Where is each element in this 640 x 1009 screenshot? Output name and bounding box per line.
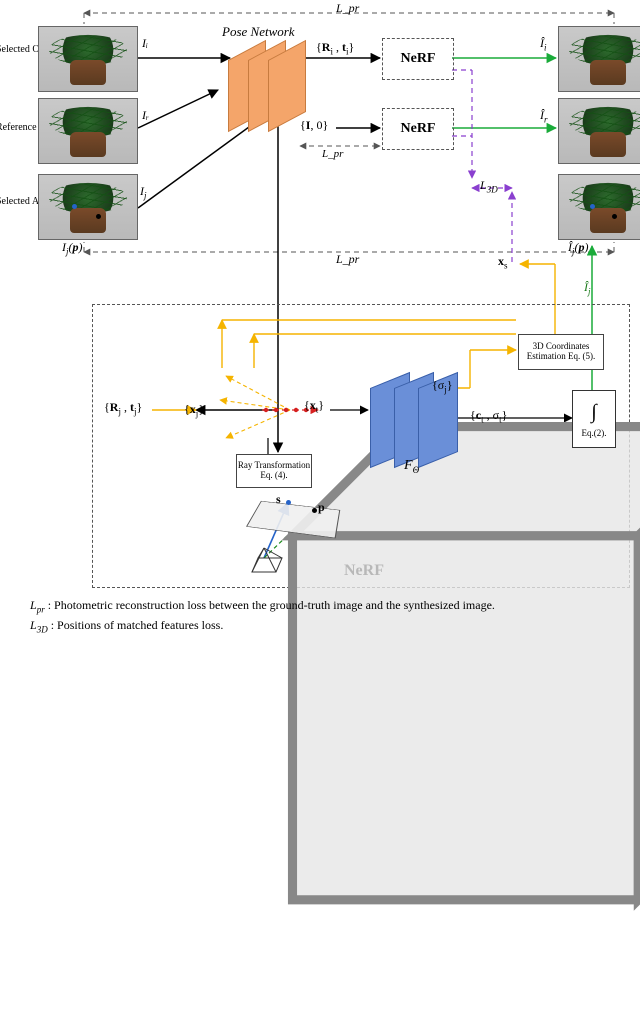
- sym-Ir-hat: Îr: [540, 108, 548, 124]
- volume-render-integral: ∫ Eq.(2).: [572, 390, 616, 448]
- label-reference: Reference Image: [0, 122, 38, 133]
- input-image-Ir: [38, 98, 138, 164]
- sym-ct-sigt: {ct , σt}: [470, 408, 507, 424]
- camera-point-s-label: s: [276, 492, 281, 507]
- loss-l3d: L3D: [480, 178, 498, 194]
- output-image-Ir-hat: [558, 98, 640, 164]
- loss-lpr-top: L_pr: [336, 1, 359, 16]
- sym-xs: xs: [498, 254, 508, 270]
- sym-RjTj: {Rj , tj}: [104, 400, 142, 416]
- camera-point-s: [286, 500, 291, 505]
- sym-Ij-hat: Îj: [584, 280, 591, 296]
- sym-sigma-j: {σj}: [432, 378, 453, 394]
- point-p-on-Ij: [96, 214, 101, 219]
- sample-cube-icon: [200, 372, 262, 442]
- output-image-Ii-hat: [558, 26, 640, 92]
- nerf-box-r: NeRF: [382, 108, 454, 150]
- sym-Ii-hat: Îi: [540, 36, 547, 52]
- point-p-on-Ij-hat: [612, 214, 617, 219]
- camera-point-p-label: p: [318, 500, 325, 515]
- loss-lpr-mid: L_pr: [322, 148, 343, 160]
- nerf-detail-label: NeRF: [344, 562, 384, 580]
- sym-Ij: Ij: [140, 184, 147, 200]
- label-selected-one: Selected One Image: [0, 44, 38, 55]
- input-image-Ii: [38, 26, 138, 92]
- nerf-box-i: NeRF: [382, 38, 454, 80]
- sym-xt: {xt}: [304, 398, 324, 414]
- sym-Ir: Iᵣ: [142, 108, 149, 123]
- loss-lpr-bottom: L_pr: [336, 252, 359, 267]
- sym-xj: {xj}: [184, 402, 204, 418]
- output-image-Ij-hat: [558, 174, 640, 240]
- legend-lpr: Lpr : Photometric reconstruction loss be…: [30, 598, 495, 614]
- point-s-on-Ij: [72, 204, 77, 209]
- sym-RiTi: {Ri , ti}: [316, 40, 354, 56]
- sym-Ij-hat-pixel: Îj(p): [568, 240, 589, 256]
- sym-I0: {I, 0}: [300, 118, 328, 133]
- integral-icon: ∫: [591, 401, 596, 424]
- sym-Ij-pixel: Ij(p): [62, 240, 83, 256]
- coords-estimation-box: 3D Coordinates Estimation Eq. (5).: [518, 334, 604, 370]
- sym-Ii: Iᵢ: [142, 36, 148, 51]
- input-image-Ij: [38, 174, 138, 240]
- integral-eq-label: Eq.(2).: [582, 428, 607, 438]
- legend-l3d: L3D : Positions of matched features loss…: [30, 618, 223, 634]
- sym-Ftheta: FΘ: [404, 458, 419, 475]
- ray-transformation-box: Ray Transformation Eq. (4).: [236, 454, 312, 488]
- label-selected-another: Selected Another Image: [0, 196, 42, 207]
- camera-point-p: [312, 508, 317, 513]
- point-s-on-Ij-hat: [590, 204, 595, 209]
- title-pose-network: Pose Network: [222, 24, 295, 40]
